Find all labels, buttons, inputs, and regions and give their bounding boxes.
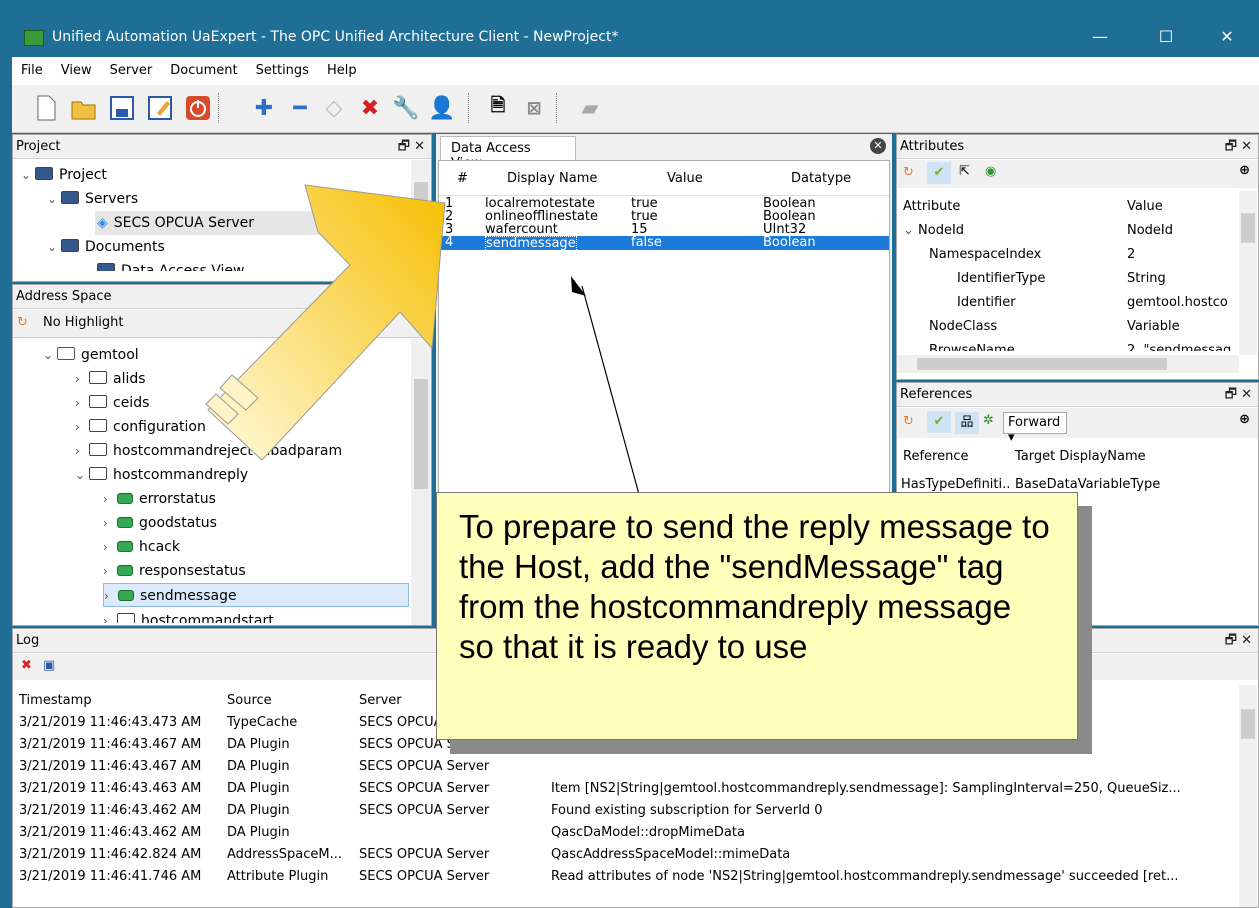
annotation-overlay	[205, 184, 641, 499]
pointer-arrowhead	[571, 276, 586, 296]
pointer-line	[581, 285, 641, 499]
big-arrow-shape	[207, 184, 446, 461]
instruction-callout: To prepare to send the reply message to …	[436, 492, 1078, 740]
